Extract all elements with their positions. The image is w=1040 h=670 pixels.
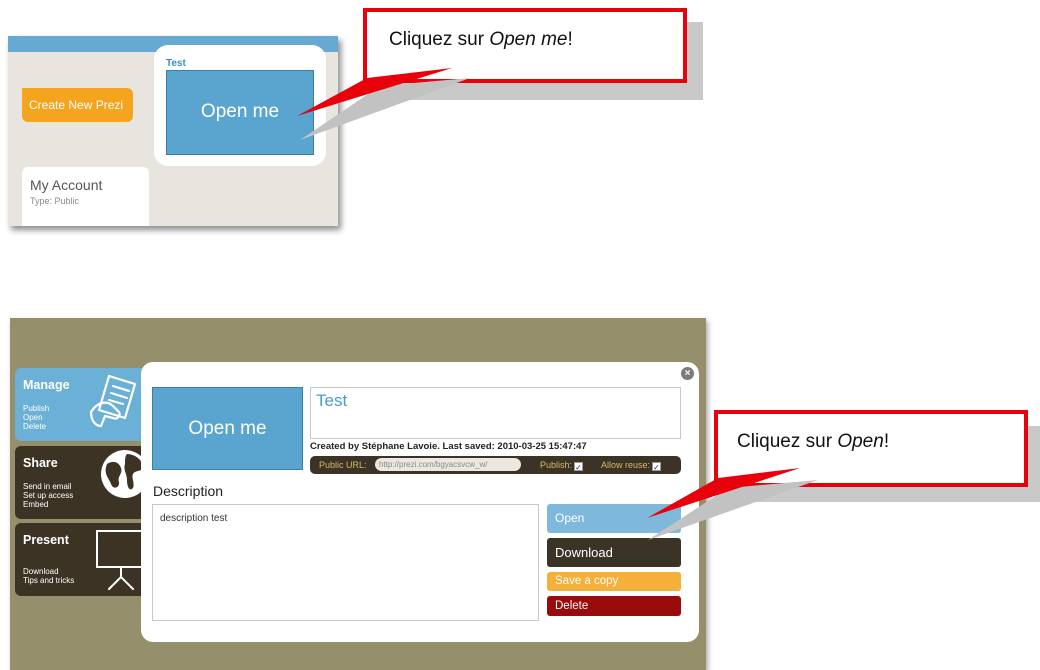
thumbnail-label: Open me: [188, 418, 267, 439]
publish-toggle[interactable]: Publish: ✓: [540, 460, 584, 472]
sidebar-title: Manage: [23, 378, 70, 392]
download-button[interactable]: Download: [547, 538, 681, 567]
allow-reuse-toggle[interactable]: Allow reuse: ✓: [601, 460, 662, 472]
my-account-card[interactable]: My Account Type: Public: [22, 167, 149, 226]
hand-document-icon: [89, 374, 137, 428]
public-url-bar: Public URL: http://prezi.com/bgyacsvcw_w…: [310, 456, 681, 474]
publish-label: Publish:: [540, 460, 573, 470]
callout-prefix: Cliquez sur: [389, 29, 490, 50]
open-button[interactable]: Open: [547, 504, 681, 533]
sidebar-item-manage[interactable]: Manage Publish Open Delete: [15, 368, 148, 441]
prezi-details-dialog: × Open me Test Created by Stéphane Lavoi…: [141, 362, 699, 642]
prezi-card[interactable]: Test Open me: [154, 45, 326, 166]
sidebar-subitems: Publish Open Delete: [23, 404, 49, 431]
callout-prefix: Cliquez sur: [737, 431, 838, 452]
callout-open-me: Cliquez sur Open me!: [363, 8, 687, 83]
prezi-dashboard-screenshot: Create New Prezi My Account Type: Public…: [8, 36, 338, 226]
sidebar-title: Share: [23, 456, 58, 470]
public-url-label: Public URL:: [319, 460, 367, 470]
sidebar-subitem[interactable]: Tips and tricks: [23, 576, 74, 585]
sidebar-subitem[interactable]: Set up access: [23, 491, 73, 500]
sidebar-subitem[interactable]: Open: [23, 413, 49, 422]
public-url-field[interactable]: http://prezi.com/bgyacsvcw_w/: [375, 458, 521, 471]
delete-button[interactable]: Delete: [547, 596, 681, 616]
allow-reuse-checkbox[interactable]: ✓: [652, 462, 662, 472]
sidebar-subitem[interactable]: Send in email: [23, 482, 73, 491]
save-copy-button[interactable]: Save a copy: [547, 572, 681, 591]
description-label: Description: [153, 483, 224, 499]
close-icon[interactable]: ×: [681, 367, 694, 380]
title-field[interactable]: Test: [310, 387, 681, 439]
account-type: Type: Public: [30, 196, 80, 206]
callout-emphasis: Open me: [489, 29, 568, 50]
callout-emphasis: Open: [837, 431, 884, 452]
sidebar-item-present[interactable]: Present Download Tips and tricks: [15, 523, 148, 596]
sidebar-subitems: Send in email Set up access Embed: [23, 482, 73, 509]
prezi-thumbnail[interactable]: Open me: [166, 70, 314, 155]
create-new-prezi-button[interactable]: Create New Prezi: [22, 88, 133, 122]
sidebar-subitem[interactable]: Publish: [23, 404, 49, 413]
prezi-manage-screenshot: Manage Publish Open Delete Share Send in…: [10, 318, 706, 670]
created-by-text: Created by Stéphane Lavoie. Last saved: …: [310, 441, 587, 452]
thumbnail-label: Open me: [200, 101, 280, 122]
callout-suffix: !: [883, 431, 890, 452]
prezi-title[interactable]: Test: [166, 58, 186, 69]
callout-suffix: !: [567, 29, 573, 50]
allow-reuse-label: Allow reuse:: [601, 460, 651, 470]
description-field[interactable]: description test: [152, 504, 539, 621]
projector-screen-icon: [96, 530, 146, 590]
sidebar-subitem[interactable]: Download: [23, 567, 74, 576]
publish-checkbox[interactable]: ✓: [574, 462, 584, 472]
sidebar-subitem[interactable]: Embed: [23, 500, 73, 509]
sidebar-title: Present: [23, 533, 69, 547]
callout-open: Cliquez sur Open!: [714, 410, 1028, 487]
sidebar-subitems: Download Tips and tricks: [23, 567, 74, 585]
sidebar-subitem[interactable]: Delete: [23, 422, 49, 431]
account-title: My Account: [30, 177, 103, 193]
sidebar-item-share[interactable]: Share Send in email Set up access Embed: [15, 446, 149, 519]
prezi-thumbnail[interactable]: Open me: [152, 387, 303, 470]
